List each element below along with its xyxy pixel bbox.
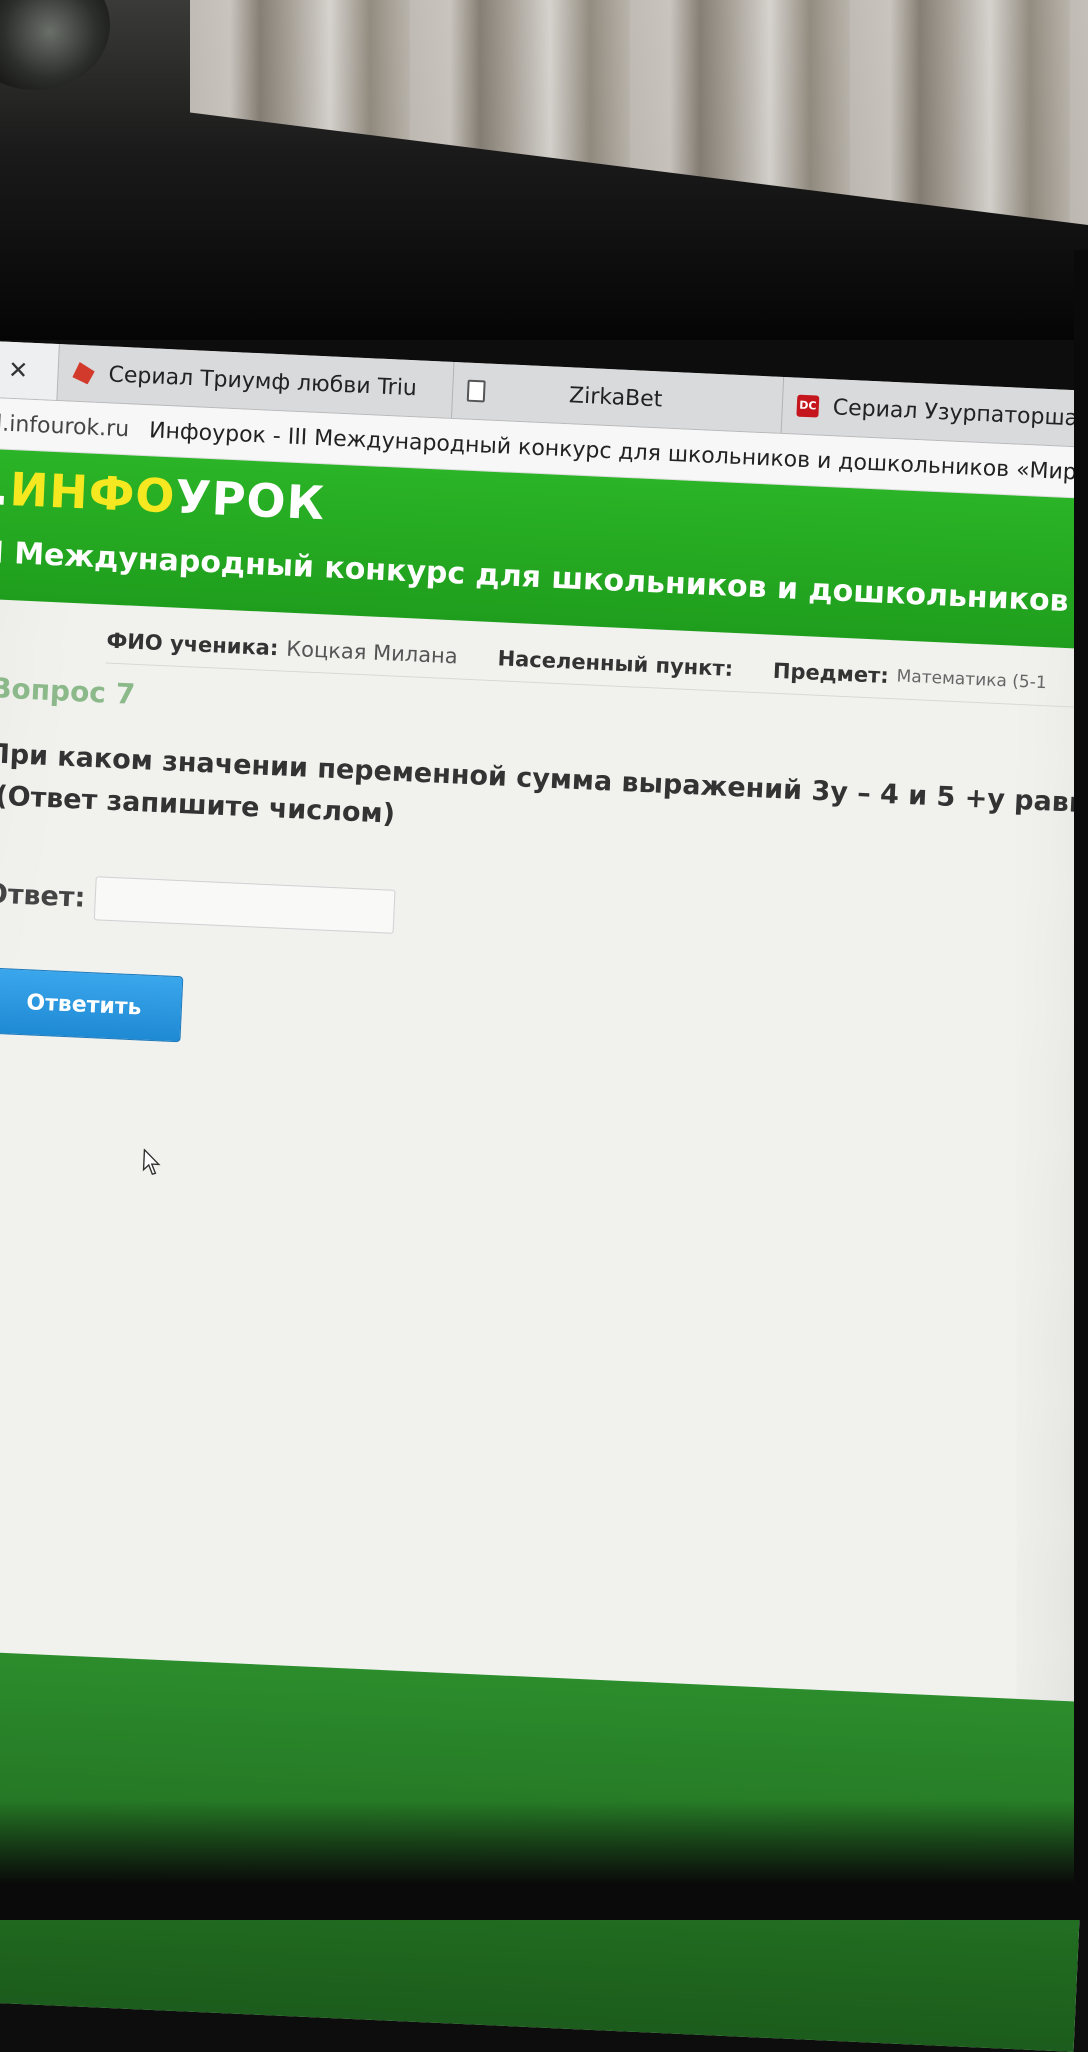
red-mark-icon xyxy=(72,362,95,385)
contest-title: III Международный конкурс для школьников… xyxy=(0,534,1088,632)
question-number: Вопрос 7 xyxy=(0,671,136,711)
tab-current[interactable]: а ✕ xyxy=(0,340,60,401)
monitor-bezel-right xyxy=(1074,250,1088,1920)
mouse-cursor-icon xyxy=(142,1148,161,1175)
subject-value: Математика (5-1 xyxy=(896,666,1048,694)
tab-label: Сериал Узурпаторша смот xyxy=(832,394,1088,434)
monitor-screen: а ✕ Сериал Триумф любви Triu ZirkaBet DC… xyxy=(0,340,1088,2052)
answer-row: Ответ: xyxy=(0,871,396,934)
footer-text xyxy=(0,1710,647,1742)
site-logo[interactable]: I.ИНФОУРОК xyxy=(0,460,326,530)
tab-label: ZirkaBet xyxy=(568,382,663,412)
room-background xyxy=(0,0,1088,340)
submit-answer-button[interactable]: Ответить xyxy=(0,967,184,1043)
question-text: При каком значении переменной сумма выра… xyxy=(0,733,1088,866)
curtain xyxy=(190,0,1088,225)
student-label: ФИО ученика: xyxy=(105,628,279,661)
address-url: l.infourok.ru xyxy=(0,410,130,442)
answer-label: Ответ: xyxy=(0,877,86,914)
lamp xyxy=(0,0,110,90)
answer-input[interactable] xyxy=(94,876,396,934)
monitor-bezel-bottom xyxy=(0,1800,1088,1920)
city-label: Населенный пункт: xyxy=(497,646,734,681)
subject-label: Предмет: xyxy=(772,658,890,689)
tab-label: Сериал Триумф любви Triu xyxy=(108,361,418,401)
page-icon xyxy=(466,379,486,403)
student-name: Коцкая Милана xyxy=(285,636,459,669)
dc-icon: DC xyxy=(796,394,820,418)
close-icon[interactable]: ✕ xyxy=(8,356,29,385)
